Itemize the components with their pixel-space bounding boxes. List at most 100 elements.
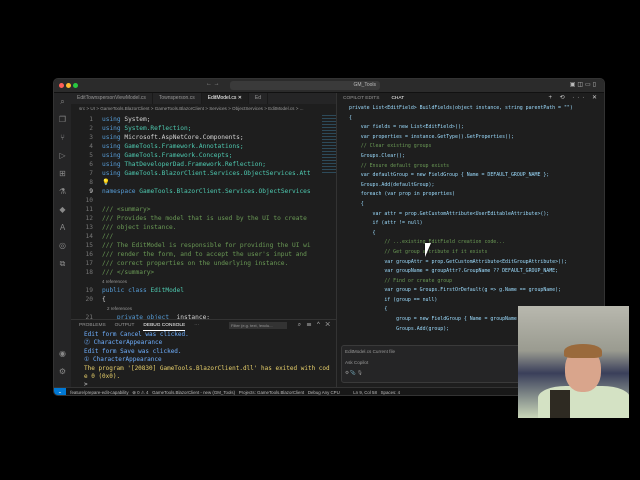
nav-arrows[interactable]: ← → [206,81,220,87]
code-line: 10 [71,196,336,205]
code-token: GameTools.Framework.Annotations; [124,143,244,150]
code-token: 4 references [102,279,128,284]
branch[interactable]: feature/prepare-edit-capability [70,390,128,395]
editor: EditTownspersonViewModel.cs Townsperson.… [71,93,336,322]
code-line: 8 💡 [71,178,336,187]
code-line: 1 using System; [71,115,336,124]
line-number: 2 [89,125,93,132]
line-number: 8 [89,179,93,186]
tab-copilot-edits[interactable]: COPILOT EDITS [343,93,379,104]
person-hair [564,344,602,358]
code-token: GameTools.BlazorClient.Services.ObjectSe… [139,188,311,195]
breadcrumb[interactable]: src > UI > GameTools.BlazorClient > Game… [71,104,336,113]
chat-code-line: private List<EditField> BuildFields(obje… [349,105,573,111]
cursor-position[interactable]: Ln 9, Col 58 [353,390,377,395]
build-config[interactable]: Debug Any CPU [308,390,340,395]
chat-actions[interactable]: + ⟲ ··· ✕ [548,93,600,104]
tab-problems[interactable]: PROBLEMS [79,320,106,331]
code-token: { [102,296,106,303]
code-line: 12 /// Provides the model that is used by… [71,214,336,223]
title-bar: ← → GM_Tools ▣◫▭▯ [54,79,604,93]
run-debug-icon[interactable]: ▷ [54,147,71,165]
code-token: 2 references [102,306,133,311]
azure-icon[interactable]: A [54,219,71,237]
maximize-window-button[interactable] [73,83,78,88]
code-token: using [102,152,125,159]
ask-copilot-placeholder[interactable]: Ask Copilot [345,360,517,365]
minimap[interactable] [322,115,336,175]
tab-edit-townsperson-viewmodel[interactable]: EditTownspersonViewModel.cs [71,93,153,104]
chat-code-line: // Ensure default group exists [349,162,450,169]
edge-icon[interactable]: ◎ [54,237,71,255]
code-token: /// object instance. [102,224,177,231]
line-number: 4 [89,143,93,150]
settings-gear-icon[interactable]: ⚙ [54,363,71,381]
code-token: /// [102,233,114,240]
source-control-icon[interactable]: ⑂ [54,129,71,147]
debug-target[interactable]: GameTools.BlazorClient - new (GM_Tools) [152,390,235,395]
code-token: EditModel [150,287,184,294]
problems-count[interactable]: ⊗ 0 ⚠ 4 [132,390,148,395]
code-token: ThatDeveloperDad.Framework.Reflection; [124,161,266,168]
docker-icon[interactable]: ◆ [54,201,71,219]
code-token: using [102,134,125,141]
more-tabs-button[interactable]: ··· [194,320,199,331]
editor-tabs: EditTownspersonViewModel.cs Townsperson.… [71,93,336,104]
code-token: /// </summary> [102,269,155,276]
account-icon[interactable]: ◉ [54,345,71,363]
explorer-icon[interactable]: ❐ [54,111,71,129]
mouse-pointer [425,243,431,257]
chat-code-line: // Clear existing groups [349,143,432,150]
code-token: /// correct properties on the underlying… [102,260,289,267]
code-line: 2 references [71,304,336,313]
code-token: using [102,143,125,150]
tab-debug-console[interactable]: DEBUG CONSOLE [143,320,186,331]
tab-editmodel[interactable]: EditModel.cs ✕ [201,93,249,104]
tab-chat[interactable]: CHAT [391,93,404,104]
code-token: using [102,125,125,132]
console-line: ① CharacterAppearance [84,356,162,364]
search-icon[interactable]: ⌕ [54,93,71,111]
tab-townsperson[interactable]: Townsperson.cs [153,93,202,104]
code-line: 4 references [71,277,336,286]
chat-code-line: var groupAttr = prop.GetCustomAttribute<… [349,258,567,265]
panel-actions[interactable]: ⌕ ☰ ^ ✕ [298,320,332,331]
layout-icons[interactable]: ▣◫▭▯ [570,81,598,88]
context-file-chip[interactable]: EditModel.cs Current file [345,349,517,354]
code-token: using [102,170,125,177]
console-line: e 0 (0x0). [84,373,121,381]
code-line: 18 /// </summary> [71,268,336,277]
debug-console-output: Edit form Cancel was clicked. ⓻ Character… [71,331,336,390]
chat-input[interactable]: EditModel.cs Current file Ask Copilot ⚙ … [341,345,521,383]
testing-icon[interactable]: ⚗ [54,183,71,201]
tab-ed[interactable]: Ed [249,93,269,104]
chat-code-line: { [349,114,352,121]
remote-icon[interactable]: ⧉ [54,255,71,273]
line-number: 3 [89,134,93,141]
line-number: 16 [85,251,93,258]
line-number: 7 [89,170,93,177]
line-number: 12 [85,215,93,222]
minimize-window-button[interactable] [66,83,71,88]
code-editor[interactable]: 1 using System; 2 using System.Reflection; 3… [71,113,336,322]
chat-input-icons[interactable]: ⚙ 📎 🎙 [345,370,517,376]
extensions-icon[interactable]: ⊞ [54,165,71,183]
line-number: 10 [85,197,93,204]
indentation[interactable]: Spaces: 4 [381,390,401,395]
close-window-button[interactable] [59,83,64,88]
chat-code-line: // ...existing EditField creation code..… [349,239,506,246]
console-filter-input[interactable]: Filter (e.g. text, !exclu... [229,322,287,329]
line-number: 19 [85,287,93,294]
chat-code-line: var group = Groups.FirstOrDefault(g => g… [349,287,561,294]
projects[interactable]: Projects: GameTools.BlazorClient [239,390,304,395]
code-line: 4 using GameTools.Framework.Annotations; [71,142,336,151]
code-token: using [102,161,125,168]
chat-code-block: private List<EditField> BuildFields(obje… [337,104,604,334]
command-center-search[interactable]: GM_Tools [230,81,380,90]
remote-icon[interactable]: ⌁ [54,388,66,395]
line-number: 20 [85,296,93,303]
webcam-overlay [518,306,629,418]
tab-output[interactable]: OUTPUT [115,320,135,331]
line-number: 17 [85,260,93,267]
code-line: 20 { [71,295,336,304]
